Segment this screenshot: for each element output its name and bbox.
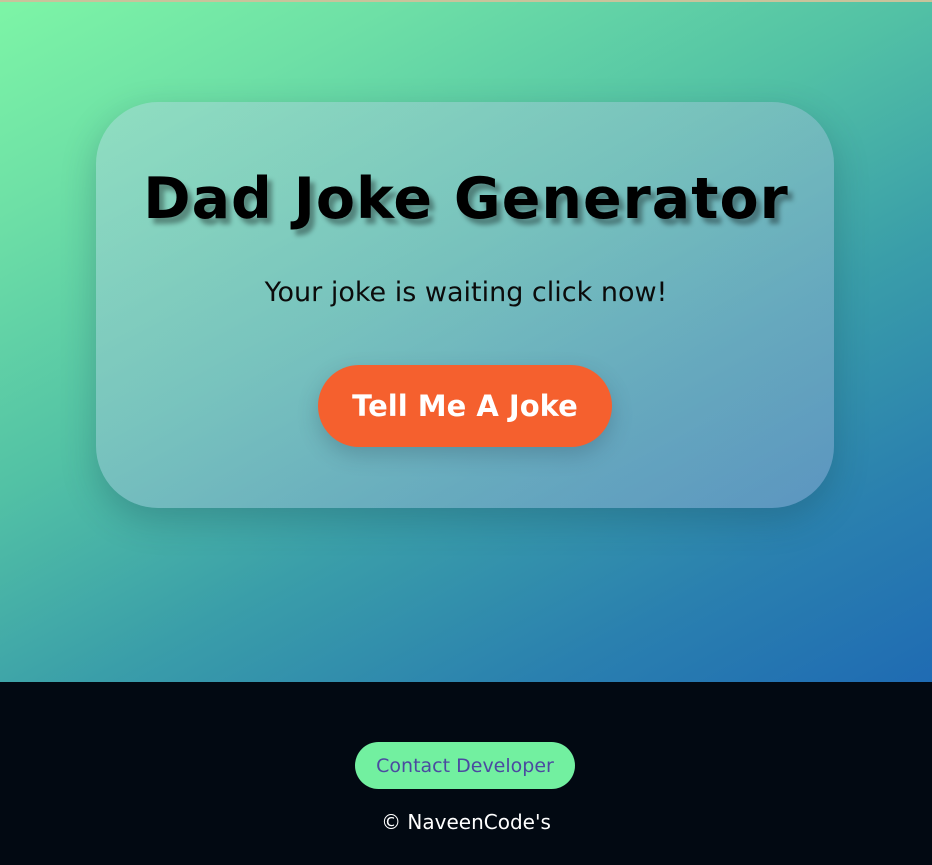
copyright-text: © NaveenCode's (381, 810, 551, 834)
footer: Contact Developer © NaveenCode's (0, 682, 932, 865)
tell-joke-button[interactable]: Tell Me A Joke (318, 365, 612, 447)
contact-developer-button[interactable]: Contact Developer (355, 742, 575, 789)
page-title: Dad Joke Generator (143, 166, 789, 232)
hero-section: Dad Joke Generator Your joke is waiting … (0, 0, 932, 682)
top-border-line (0, 0, 932, 2)
joke-text: Your joke is waiting click now! (264, 277, 668, 308)
